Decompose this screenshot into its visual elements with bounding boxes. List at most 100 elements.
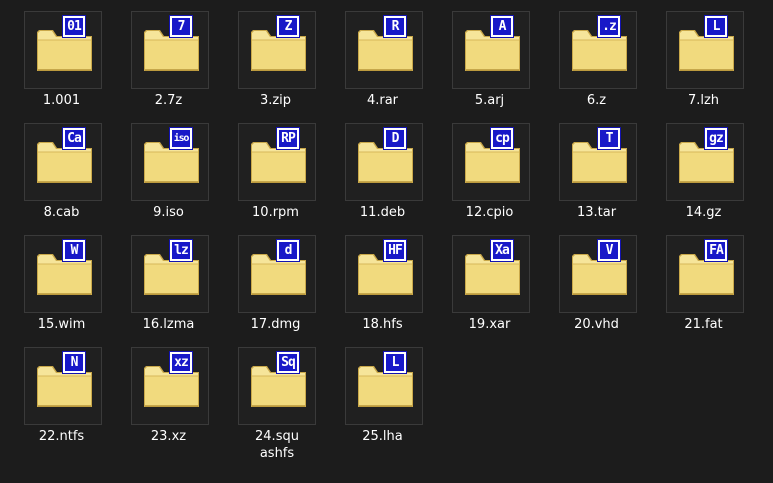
file-item[interactable]: .z 6.z — [543, 0, 650, 108]
file-item[interactable]: HF 18.hfs — [329, 224, 436, 332]
archive-badge-icon: L — [383, 351, 407, 374]
badge-text: iso — [172, 130, 190, 147]
file-thumbnail[interactable]: L — [345, 347, 423, 425]
badge-text: 7 — [172, 18, 190, 35]
file-item[interactable]: Ca 8.cab — [8, 112, 115, 220]
badge-text: L — [707, 18, 725, 35]
archive-badge-icon: cp — [490, 127, 514, 150]
archive-badge-icon: xz — [169, 351, 193, 374]
badge-text: 01 — [65, 18, 83, 35]
file-thumbnail[interactable]: FA — [666, 235, 744, 313]
file-thumbnail[interactable]: Ca — [24, 123, 102, 201]
badge-text: Xa — [493, 242, 511, 259]
file-name: 8.cab — [43, 205, 80, 220]
file-item[interactable]: RP 10.rpm — [222, 112, 329, 220]
badge-text: W — [65, 242, 83, 259]
file-thumbnail[interactable]: D — [345, 123, 423, 201]
file-name: 15.wim — [37, 317, 86, 332]
archive-badge-icon: Xa — [490, 239, 514, 262]
badge-text: L — [386, 354, 404, 371]
file-name: 10.rpm — [252, 205, 299, 220]
badge-text: .z — [600, 18, 618, 35]
file-thumbnail[interactable]: .z — [559, 11, 637, 89]
file-thumbnail[interactable]: iso — [131, 123, 209, 201]
file-name: 24.squashfs — [255, 429, 299, 461]
archive-badge-icon: .z — [597, 15, 621, 38]
file-item[interactable]: 7 2.7z — [115, 0, 222, 108]
file-thumbnail[interactable]: N — [24, 347, 102, 425]
file-item[interactable]: Z 3.zip — [222, 0, 329, 108]
badge-text: R — [386, 18, 404, 35]
file-thumbnail[interactable]: L — [666, 11, 744, 89]
file-thumbnail[interactable]: A — [452, 11, 530, 89]
file-thumbnail[interactable]: W — [24, 235, 102, 313]
file-thumbnail[interactable]: d — [238, 235, 316, 313]
archive-badge-icon: R — [383, 15, 407, 38]
file-item[interactable]: d 17.dmg — [222, 224, 329, 332]
file-name: 22.ntfs — [38, 429, 85, 444]
file-name: 9.iso — [153, 205, 184, 220]
file-thumbnail[interactable]: T — [559, 123, 637, 201]
file-thumbnail[interactable]: HF — [345, 235, 423, 313]
file-item[interactable]: L 25.lha — [329, 336, 436, 444]
archive-badge-icon: lz — [169, 239, 193, 262]
file-name: 16.lzma — [142, 317, 195, 332]
file-name: 13.tar — [576, 205, 617, 220]
file-thumbnail[interactable]: V — [559, 235, 637, 313]
badge-text: V — [600, 242, 618, 259]
file-thumbnail[interactable]: lz — [131, 235, 209, 313]
archive-badge-icon: L — [704, 15, 728, 38]
archive-badge-icon: A — [490, 15, 514, 38]
file-item[interactable]: R 4.rar — [329, 0, 436, 108]
file-name: 3.zip — [259, 93, 292, 108]
file-item[interactable]: W 15.wim — [8, 224, 115, 332]
file-name: 23.xz — [150, 429, 187, 444]
badge-text: N — [65, 354, 83, 371]
file-item[interactable]: gz 14.gz — [650, 112, 757, 220]
file-name: 19.xar — [468, 317, 511, 332]
file-name: 18.hfs — [362, 317, 403, 332]
file-thumbnail[interactable]: RP — [238, 123, 316, 201]
archive-badge-icon: W — [62, 239, 86, 262]
file-thumbnail[interactable]: gz — [666, 123, 744, 201]
file-item[interactable]: A 5.arj — [436, 0, 543, 108]
file-item[interactable]: xz 23.xz — [115, 336, 222, 444]
archive-badge-icon: gz — [704, 127, 728, 150]
file-item[interactable]: FA 21.fat — [650, 224, 757, 332]
file-thumbnail[interactable]: 7 — [131, 11, 209, 89]
file-thumbnail[interactable]: cp — [452, 123, 530, 201]
file-item[interactable]: L 7.lzh — [650, 0, 757, 108]
file-item[interactable]: cp 12.cpio — [436, 112, 543, 220]
file-thumbnail[interactable]: xz — [131, 347, 209, 425]
file-item[interactable]: Xa 19.xar — [436, 224, 543, 332]
archive-badge-icon: iso — [169, 127, 193, 150]
archive-badge-icon: 7 — [169, 15, 193, 38]
file-item[interactable]: N 22.ntfs — [8, 336, 115, 444]
file-name: 12.cpio — [465, 205, 514, 220]
file-name: 5.arj — [474, 93, 505, 108]
badge-text: T — [600, 130, 618, 147]
file-name: 2.7z — [154, 93, 183, 108]
file-item[interactable]: iso 9.iso — [115, 112, 222, 220]
file-item[interactable]: T 13.tar — [543, 112, 650, 220]
file-item[interactable]: V 20.vhd — [543, 224, 650, 332]
file-grid: 01 1.001 7 2.7z Z 3.zip R 4.rar A 5.arj … — [0, 0, 773, 483]
file-item[interactable]: Sq 24.squashfs — [222, 336, 329, 461]
file-thumbnail[interactable]: R — [345, 11, 423, 89]
badge-text: Ca — [65, 130, 83, 147]
badge-text: RP — [279, 130, 297, 147]
file-item[interactable]: lz 16.lzma — [115, 224, 222, 332]
badge-text: cp — [493, 130, 511, 147]
badge-text: D — [386, 130, 404, 147]
file-item[interactable]: D 11.deb — [329, 112, 436, 220]
archive-badge-icon: Sq — [276, 351, 300, 374]
file-name: 6.z — [586, 93, 607, 108]
badge-text: Z — [279, 18, 297, 35]
file-thumbnail[interactable]: Z — [238, 11, 316, 89]
file-item[interactable]: 01 1.001 — [8, 0, 115, 108]
file-thumbnail[interactable]: 01 — [24, 11, 102, 89]
file-thumbnail[interactable]: Sq — [238, 347, 316, 425]
archive-badge-icon: RP — [276, 127, 300, 150]
file-thumbnail[interactable]: Xa — [452, 235, 530, 313]
archive-badge-icon: Z — [276, 15, 300, 38]
